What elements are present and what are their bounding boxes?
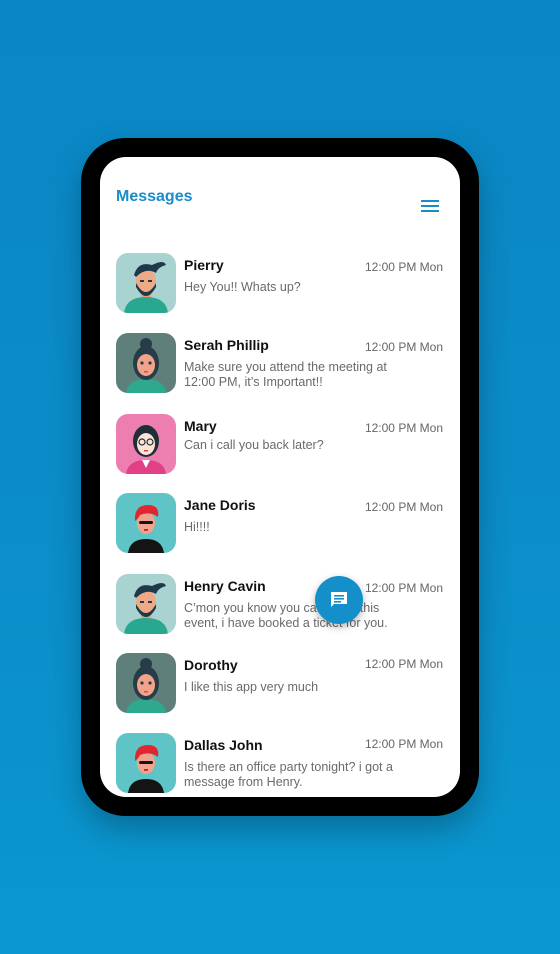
message-preview: Is there an office party tonight? i got … bbox=[184, 760, 393, 789]
message-time: 12:00 PM Mon bbox=[364, 500, 443, 514]
message-preview: I like this app very much bbox=[184, 680, 319, 694]
message-item-henry-cavin[interactable]: Henry Cavin 12:00 PM Mon C’mon you know … bbox=[100, 572, 460, 642]
bearded-man-avatar bbox=[116, 574, 176, 634]
sender-name: Serah Phillip bbox=[184, 337, 269, 353]
woman-glasses-avatar bbox=[116, 414, 176, 474]
message-item-jane-doris[interactable]: Jane Doris 12:00 PM Mon Hi!!!! bbox=[100, 491, 460, 561]
message-item-dorothy[interactable]: Dorothy 12:00 PM Mon I like this app ver… bbox=[100, 651, 460, 721]
message-time: 12:00 PM Mon bbox=[364, 657, 443, 671]
app-screen: Messages Pierry 12:00 PM Mon Hey You!! W… bbox=[100, 157, 460, 797]
redhead-woman-avatar bbox=[116, 493, 176, 553]
sender-name: Jane Doris bbox=[184, 497, 256, 513]
woman-bun-avatar bbox=[116, 653, 176, 713]
message-preview: C’mon you know you cant miss this event,… bbox=[184, 601, 388, 630]
message-time: 12:00 PM Mon bbox=[364, 421, 443, 435]
message-preview: Can i call you back later? bbox=[184, 438, 324, 452]
message-preview: Hi!!!! bbox=[184, 520, 210, 534]
message-preview: Hey You!! Whats up? bbox=[184, 280, 301, 294]
message-item-pierry[interactable]: Pierry 12:00 PM Mon Hey You!! Whats up? bbox=[100, 251, 460, 321]
phone-frame: Messages Pierry 12:00 PM Mon Hey You!! W… bbox=[81, 138, 479, 816]
sender-name: Pierry bbox=[184, 257, 224, 273]
redhead-woman-avatar bbox=[116, 733, 176, 793]
bearded-man-avatar bbox=[116, 253, 176, 313]
message-item-dallas-john[interactable]: Dallas John 12:00 PM Mon Is there an off… bbox=[100, 731, 460, 797]
message-time: 12:00 PM Mon bbox=[364, 260, 443, 274]
sender-name: Dorothy bbox=[184, 657, 238, 673]
compose-message-button[interactable] bbox=[315, 576, 363, 624]
message-time: 12:00 PM Mon bbox=[364, 581, 443, 595]
message-item-mary[interactable]: Mary 12:00 PM Mon Can i call you back la… bbox=[100, 412, 460, 482]
sender-name: Henry Cavin bbox=[184, 578, 266, 594]
sender-name: Mary bbox=[184, 418, 217, 434]
woman-bun-avatar bbox=[116, 333, 176, 393]
sender-name: Dallas John bbox=[184, 737, 263, 753]
message-preview: Make sure you attend the meeting at 12:0… bbox=[184, 360, 387, 389]
message-time: 12:00 PM Mon bbox=[364, 737, 443, 751]
message-time: 12:00 PM Mon bbox=[364, 340, 443, 354]
message-icon bbox=[331, 592, 347, 607]
message-item-serah-phillip[interactable]: Serah Phillip 12:00 PM Mon Make sure you… bbox=[100, 331, 460, 401]
message-list: Pierry 12:00 PM Mon Hey You!! Whats up? bbox=[100, 157, 460, 797]
